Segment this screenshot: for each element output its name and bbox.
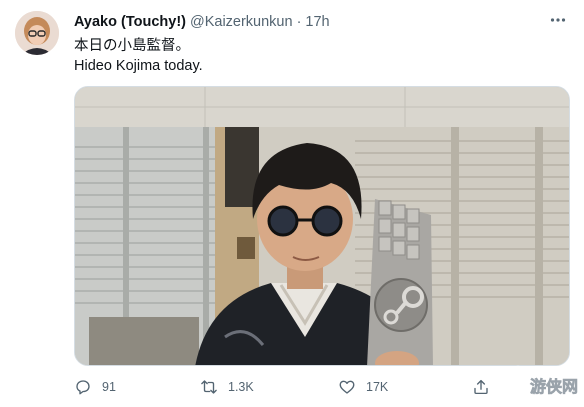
- tweet-text-line-1: 本日の小島監督。: [74, 38, 190, 54]
- more-horizontal-icon: [550, 18, 566, 22]
- retweet-button[interactable]: 1.3K: [200, 374, 254, 400]
- like-count: 17K: [366, 380, 389, 394]
- avatar[interactable]: [15, 11, 59, 55]
- tweet-header: Ayako (Touchy!) @Kaizerkunkun · 17h: [74, 12, 330, 32]
- timestamp[interactable]: 17h: [305, 12, 329, 32]
- tweet-text: 本日の小島監督。 Hideo Kojima today.: [74, 36, 554, 76]
- tweet-text-line-2: Hideo Kojima today.: [74, 58, 203, 74]
- tweet-actions: 91 1.3K 17K: [74, 374, 564, 400]
- reply-button[interactable]: 91: [74, 374, 116, 400]
- share-icon: [474, 379, 488, 395]
- avatar-image: [15, 11, 59, 55]
- author-name[interactable]: Ayako (Touchy!): [74, 12, 186, 32]
- more-options-button[interactable]: [546, 10, 570, 30]
- photo-illustration: [75, 87, 569, 365]
- reply-icon: [76, 380, 90, 395]
- author-handle[interactable]: @Kaizerkunkun: [190, 12, 293, 32]
- retweet-count: 1.3K: [228, 380, 254, 394]
- heart-icon: [339, 380, 355, 394]
- retweet-icon: [201, 380, 217, 394]
- tweet-photo[interactable]: [74, 86, 570, 366]
- reply-count: 91: [102, 380, 116, 394]
- separator-dot: ·: [296, 14, 302, 30]
- like-button[interactable]: 17K: [338, 374, 388, 400]
- share-button[interactable]: [472, 374, 500, 400]
